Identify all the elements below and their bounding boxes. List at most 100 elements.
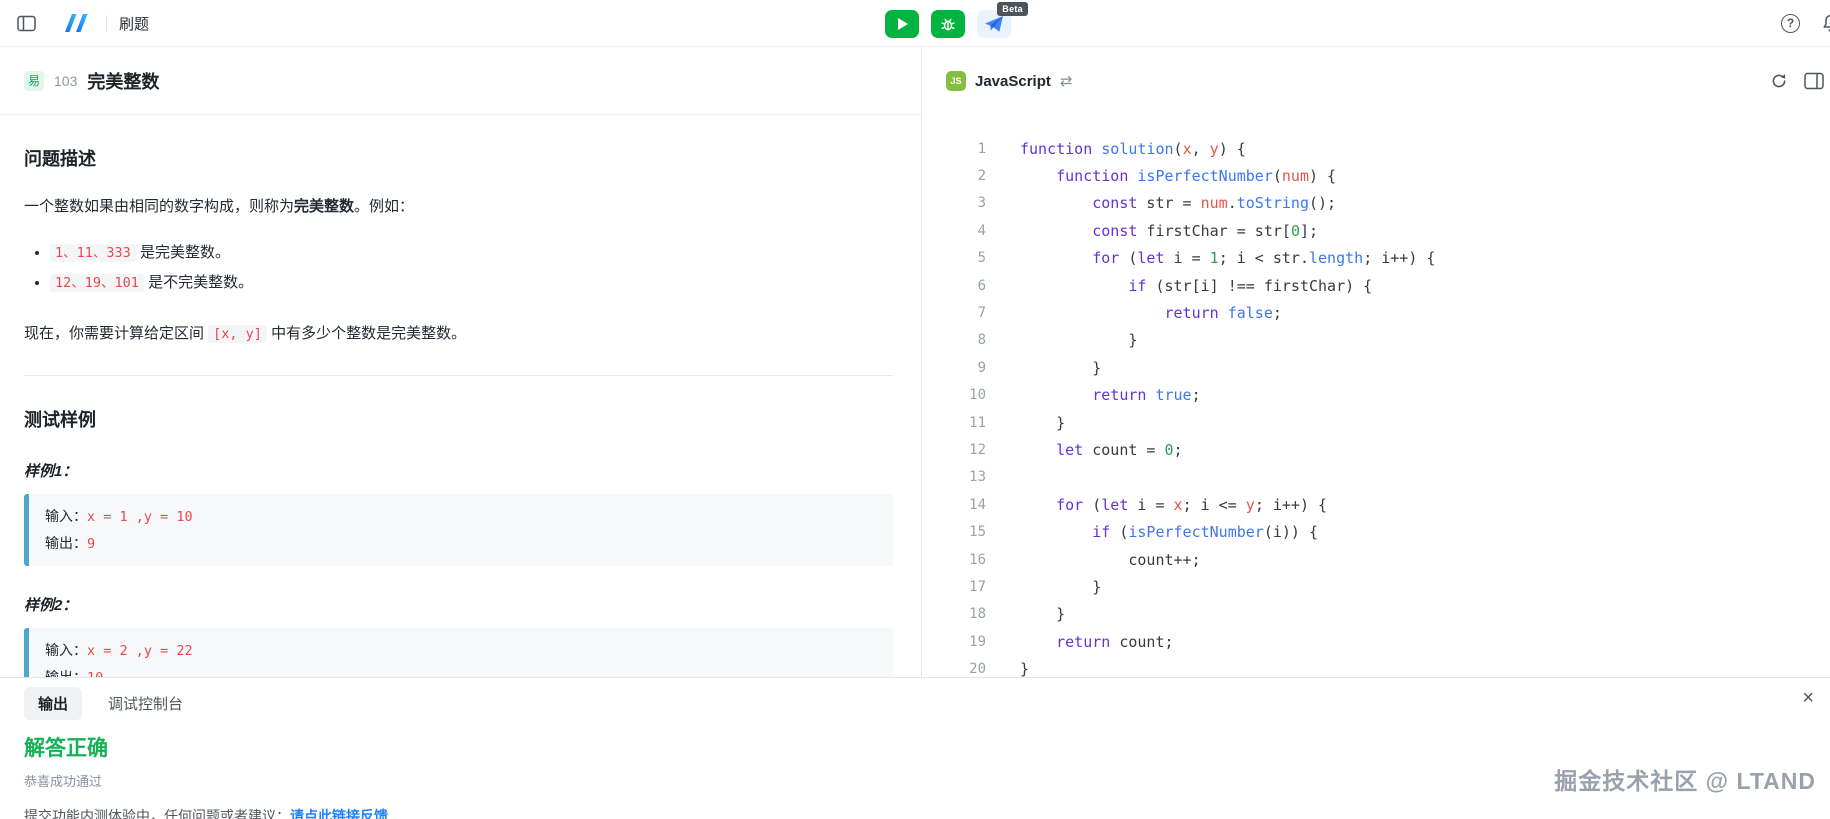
console-close-button[interactable]: × bbox=[1802, 688, 1814, 708]
code-token: let bbox=[1056, 441, 1083, 459]
run-button[interactable] bbox=[885, 10, 919, 38]
code-line[interactable]: 20} bbox=[922, 655, 1830, 677]
code-line[interactable]: 4 const firstChar = str[0]; bbox=[922, 217, 1830, 244]
code-token: } bbox=[1020, 578, 1101, 596]
line-number: 17 bbox=[922, 579, 986, 595]
code-line[interactable]: 5 for (let i = 1; i < str.length; i++) { bbox=[922, 245, 1830, 272]
console-panel: 输出调试控制台 × 解答正确 恭喜成功通过 提交功能内测体验中，任何问题或者建议… bbox=[0, 677, 1830, 819]
code-line[interactable]: 8 } bbox=[922, 327, 1830, 354]
inline-code: 1、11、333 bbox=[50, 244, 136, 262]
code-token: let bbox=[1137, 249, 1164, 267]
feedback-link[interactable]: 请点此链接反馈 bbox=[290, 808, 388, 819]
code-token: ]; bbox=[1300, 222, 1318, 240]
code-token bbox=[1020, 222, 1092, 240]
code-token bbox=[1092, 140, 1101, 158]
code-line[interactable]: 19 return count; bbox=[922, 628, 1830, 655]
code-token: x bbox=[1174, 496, 1183, 514]
sidebar-toggle-button[interactable] bbox=[14, 11, 38, 35]
code-token: (); bbox=[1309, 194, 1336, 212]
difficulty-badge: 易 bbox=[24, 71, 44, 91]
code-token: ( bbox=[1110, 523, 1128, 541]
code-token: (str[i] !== firstChar) { bbox=[1146, 277, 1372, 295]
code-line[interactable]: 17 } bbox=[922, 573, 1830, 600]
code-text: if (str[i] !== firstChar) { bbox=[986, 277, 1372, 295]
sample-row-code: 9 bbox=[87, 536, 95, 552]
editor-header: JS JavaScript ⇄ bbox=[922, 47, 1830, 115]
sample-row-label: 输入： bbox=[45, 642, 87, 658]
layout-icon bbox=[1804, 72, 1824, 90]
code-token: ) { bbox=[1219, 140, 1246, 158]
line-number: 19 bbox=[922, 634, 986, 650]
code-token: 1 bbox=[1210, 249, 1219, 267]
code-line[interactable]: 11 } bbox=[922, 409, 1830, 436]
code-token bbox=[1020, 277, 1128, 295]
code-line[interactable]: 15 if (isPerfectNumber(i)) { bbox=[922, 518, 1830, 545]
code-token: ( bbox=[1083, 496, 1101, 514]
console-tabs: 输出调试控制台 bbox=[24, 678, 1806, 720]
code-line[interactable]: 7 return false; bbox=[922, 299, 1830, 326]
help-button[interactable]: ? bbox=[1781, 14, 1800, 33]
code-line[interactable]: 13 bbox=[922, 464, 1830, 491]
submit-button[interactable]: Beta bbox=[977, 10, 1011, 38]
debug-button[interactable] bbox=[931, 10, 965, 38]
code-text: if (isPerfectNumber(i)) { bbox=[986, 523, 1318, 541]
topbar: 刷题 Beta ? bbox=[0, 0, 1830, 47]
code-line[interactable]: 14 for (let i = x; i <= y; i++) { bbox=[922, 491, 1830, 518]
console-tab-output[interactable]: 输出 bbox=[24, 687, 82, 720]
intro-suffix: 。例如： bbox=[354, 198, 414, 215]
code-line[interactable]: 6 if (str[i] !== firstChar) { bbox=[922, 272, 1830, 299]
problem-panel: 易 103 完美整数 问题描述 一个整数如果由相同的数字构成，则称为完美整数。例… bbox=[0, 47, 922, 677]
code-text: const str = num.toString(); bbox=[986, 194, 1336, 212]
line-number: 5 bbox=[922, 250, 986, 266]
code-token: return bbox=[1056, 633, 1110, 651]
line-number: 20 bbox=[922, 661, 986, 677]
sample-row-code: 10 bbox=[87, 670, 103, 678]
task-code: [x, y] bbox=[208, 325, 267, 343]
samples-container: 样例1：输入：x = 1 ,y = 10输出：9样例2：输入：x = 2 ,y … bbox=[24, 460, 893, 678]
language-name: JavaScript bbox=[975, 73, 1051, 90]
code-text: return count; bbox=[986, 633, 1174, 651]
sample-row-code: x = 1 ,y = 10 bbox=[87, 509, 193, 525]
code-line[interactable]: 1function solution(x, y) { bbox=[922, 135, 1830, 162]
code-token bbox=[1020, 194, 1092, 212]
marscode-logo-icon bbox=[62, 12, 92, 34]
code-line[interactable]: 3 const str = num.toString(); bbox=[922, 190, 1830, 217]
notifications-button[interactable] bbox=[1820, 12, 1830, 34]
app-logo[interactable] bbox=[62, 11, 94, 35]
sample-input: 输入：x = 2 ,y = 22 bbox=[45, 637, 877, 664]
code-token: count++; bbox=[1020, 551, 1201, 569]
code-token: solution bbox=[1101, 140, 1173, 158]
reset-code-button[interactable] bbox=[1770, 72, 1788, 90]
console-tab-debug[interactable]: 调试控制台 bbox=[108, 687, 183, 720]
line-number: 6 bbox=[922, 278, 986, 294]
code-text: } bbox=[986, 605, 1065, 623]
problem-content[interactable]: 问题描述 一个整数如果由相同的数字构成，则称为完美整数。例如： 1、11、333… bbox=[0, 115, 921, 677]
code-token: const bbox=[1092, 194, 1137, 212]
code-token bbox=[1020, 304, 1165, 322]
code-line[interactable]: 12 let count = 0; bbox=[922, 436, 1830, 463]
problem-title: 完美整数 bbox=[87, 68, 159, 94]
code-text: const firstChar = str[0]; bbox=[986, 222, 1318, 240]
code-token: return bbox=[1165, 304, 1219, 322]
beta-badge: Beta bbox=[997, 2, 1028, 16]
editor-actions bbox=[1770, 72, 1816, 90]
code-line[interactable]: 16 count++; bbox=[922, 546, 1830, 573]
swap-language-icon: ⇄ bbox=[1060, 72, 1073, 90]
code-editor[interactable]: 1function solution(x, y) {2 function isP… bbox=[922, 115, 1830, 677]
language-selector[interactable]: JS JavaScript ⇄ bbox=[946, 71, 1072, 91]
editor-panel: JS JavaScript ⇄ 1funct bbox=[922, 47, 1830, 677]
code-token: false bbox=[1228, 304, 1273, 322]
code-token: . bbox=[1228, 194, 1237, 212]
code-line[interactable]: 9 } bbox=[922, 354, 1830, 381]
code-token: ; bbox=[1174, 441, 1183, 459]
code-token: y bbox=[1210, 140, 1219, 158]
code-token: ; i++) { bbox=[1255, 496, 1327, 514]
code-line[interactable]: 18 } bbox=[922, 601, 1830, 628]
code-line[interactable]: 10 return true; bbox=[922, 382, 1830, 409]
line-number: 9 bbox=[922, 360, 986, 376]
code-line[interactable]: 2 function isPerfectNumber(num) { bbox=[922, 162, 1830, 189]
code-token: } bbox=[1020, 414, 1065, 432]
code-token bbox=[1020, 496, 1056, 514]
sample-label: 样例1： bbox=[24, 460, 893, 481]
panel-layout-button[interactable] bbox=[1804, 72, 1824, 90]
